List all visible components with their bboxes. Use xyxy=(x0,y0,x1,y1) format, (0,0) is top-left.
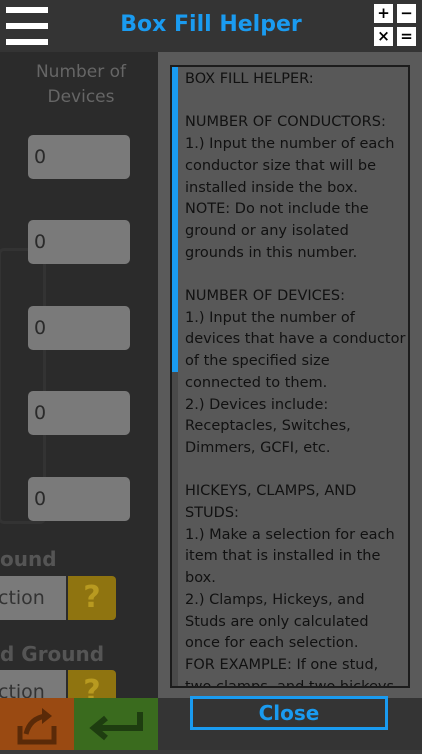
top-bar: Box Fill Helper + − × = xyxy=(0,0,422,52)
ground-help-button[interactable]: ? xyxy=(68,576,116,620)
help-text-box[interactable]: BOX FILL HELPER: NUMBER OF CONDUCTORS: 1… xyxy=(170,65,410,688)
devices-input-4[interactable]: 0 xyxy=(28,391,130,435)
calc-key-times: × xyxy=(374,27,393,46)
number-of-devices-header: Number of Devices xyxy=(35,62,127,107)
calc-key-minus: − xyxy=(397,4,416,23)
isolated-ground-section-label: d Ground xyxy=(0,642,105,666)
close-button[interactable]: Close xyxy=(190,696,388,730)
return-arrow-icon xyxy=(89,712,143,741)
share-button[interactable] xyxy=(0,698,74,750)
calculator-icon[interactable]: + − × = xyxy=(374,4,418,48)
devices-input-5[interactable]: 0 xyxy=(28,477,130,521)
dimmed-form-panel: Number of Devices 0 0 0 0 0 ound ction ?… xyxy=(0,52,158,698)
calc-key-plus: + xyxy=(374,4,393,23)
bottom-toolbar xyxy=(0,698,158,750)
help-text: BOX FILL HELPER: NUMBER OF CONDUCTORS: 1… xyxy=(185,71,406,688)
calc-key-equals: = xyxy=(397,27,416,46)
share-icon xyxy=(17,708,57,745)
devices-input-2[interactable]: 0 xyxy=(28,220,130,264)
ground-section-label: ound xyxy=(0,547,57,571)
ground-selection-dropdown[interactable]: ction xyxy=(0,576,66,620)
isolated-ground-help-button[interactable]: ? xyxy=(68,670,116,698)
isolated-ground-selection-dropdown[interactable]: ction xyxy=(0,670,66,698)
enter-button[interactable] xyxy=(74,698,158,750)
scrollbar-thumb[interactable] xyxy=(172,67,178,372)
page-title: Box Fill Helper xyxy=(120,12,302,37)
devices-input-1[interactable]: 0 xyxy=(28,135,130,179)
devices-input-3[interactable]: 0 xyxy=(28,306,130,350)
